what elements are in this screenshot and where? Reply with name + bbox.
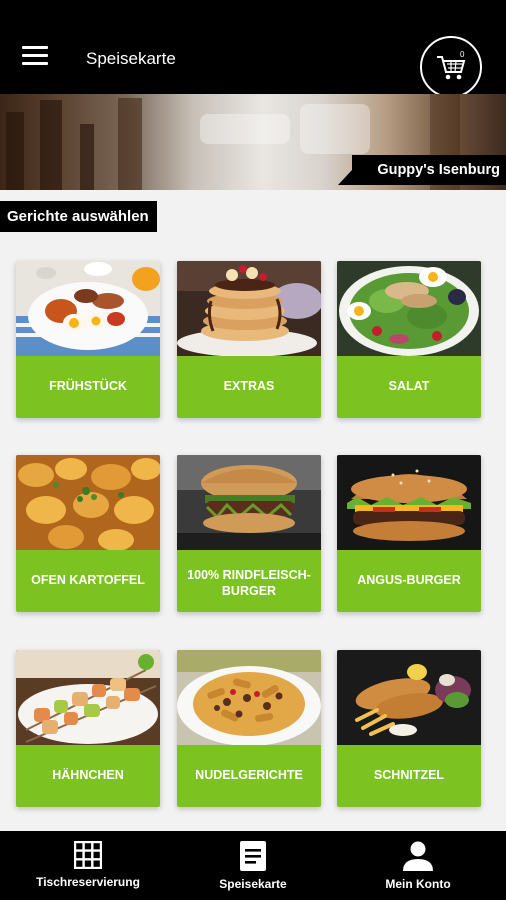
category-label: NUDELGERICHTE [195,768,303,782]
restaurant-name-badge: Guppy's Isenburg [338,155,506,185]
category-card-haehnchen[interactable]: HÄHNCHEN [16,650,160,807]
tab-label: Speisekarte [219,877,287,891]
tab-tischreservierung[interactable]: Tischreservierung [22,831,154,900]
pancakes-photo [177,261,321,356]
pasta-photo [177,650,321,745]
category-label: SALAT [388,379,430,393]
category-label: 100% RINDFLEISCH-BURGER [187,568,311,598]
category-card-angus-burger[interactable]: ANGUS-BURGER [337,455,481,612]
beef-burger-photo [177,455,321,550]
category-label: SCHNITZEL [373,768,445,782]
category-label: EXTRAS [223,379,275,393]
document-icon [240,841,266,871]
category-card-salat[interactable]: SALAT [337,261,481,418]
potatoes-photo [16,455,160,550]
app-bar: Speisekarte 0 [0,0,506,98]
category-card-nudelgerichte[interactable]: NUDELGERICHTE [177,650,321,807]
category-card-extras[interactable]: EXTRAS [177,261,321,418]
breakfast-photo [16,261,160,356]
category-card-ofen-kartoffel[interactable]: OFEN KARTOFFEL [16,455,160,612]
schnitzel-photo [337,650,481,745]
chicken-skewers-photo [16,650,160,745]
tab-label: Tischreservierung [36,875,140,889]
bottom-tab-bar: Tischreservierung Speisekarte Mein Konto [0,831,506,900]
tab-label: Mein Konto [385,877,451,891]
person-icon [403,841,433,871]
cart-count-badge: 0 [460,50,465,59]
category-label: OFEN KARTOFFEL [31,573,145,587]
category-card-fruehstueck[interactable]: FRÜHSTÜCK [16,261,160,418]
angus-burger-photo [337,455,481,550]
hamburger-icon[interactable] [22,46,48,68]
section-title: Gerichte auswählen [0,201,157,232]
cart-button[interactable]: 0 [420,36,482,98]
grid-icon [74,841,102,869]
page-title: Speisekarte [86,49,176,68]
category-label: FRÜHSTÜCK [49,379,127,393]
tab-mein-konto[interactable]: Mein Konto [372,831,464,900]
category-card-schnitzel[interactable]: SCHNITZEL [337,650,481,807]
tab-speisekarte[interactable]: Speisekarte [203,831,303,900]
salad-photo [337,261,481,356]
category-label: ANGUS-BURGER [357,573,461,587]
category-card-rindfleisch-burger[interactable]: 100% RINDFLEISCH-BURGER [177,455,321,612]
restaurant-name: Guppy's Isenburg [377,162,500,178]
category-label: HÄHNCHEN [52,768,124,782]
